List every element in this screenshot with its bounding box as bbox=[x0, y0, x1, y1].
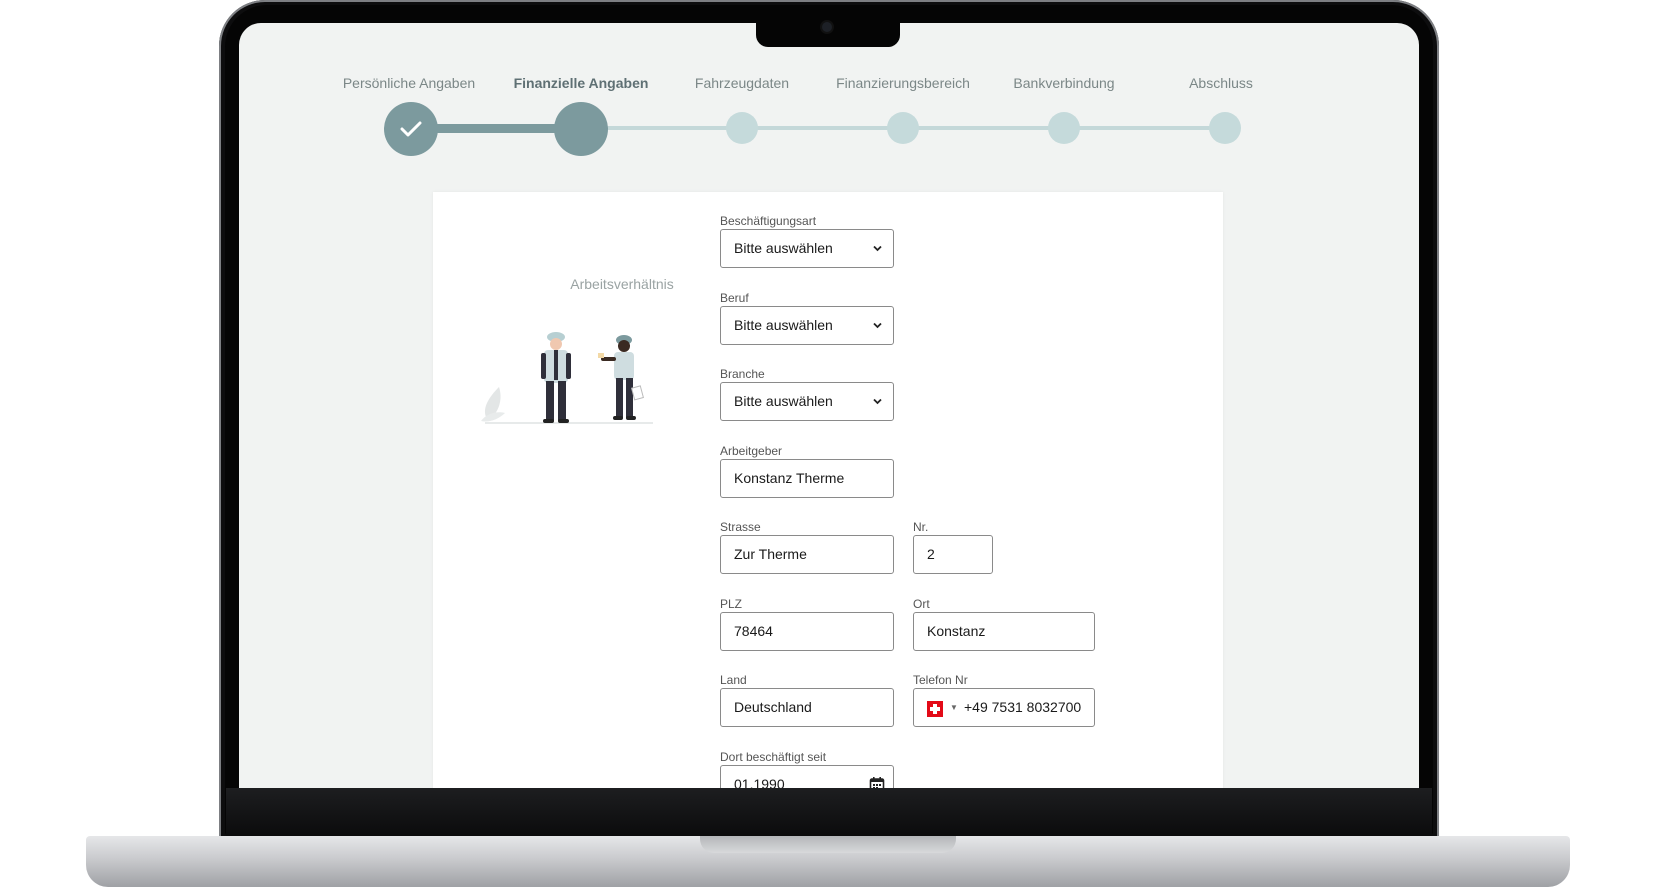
step-label-financing[interactable]: Finanzierungsbereich bbox=[836, 75, 970, 91]
industry-value: Bitte auswählen bbox=[734, 393, 833, 409]
chevron-down-icon bbox=[873, 322, 882, 329]
employer-label: Arbeitgeber bbox=[720, 444, 783, 458]
step-label-bank[interactable]: Bankverbindung bbox=[1013, 75, 1114, 91]
step-dot-bank[interactable] bbox=[1048, 112, 1080, 144]
step-dot-vehicle[interactable] bbox=[726, 112, 758, 144]
step-label-financial[interactable]: Finanzielle Angaben bbox=[514, 75, 649, 91]
house-number-input[interactable]: 2 bbox=[913, 535, 993, 574]
employed-since-value: 01.1990 bbox=[734, 776, 785, 788]
phone-label: Telefon Nr bbox=[913, 673, 968, 687]
profession-select[interactable]: Bitte auswählen bbox=[720, 306, 894, 345]
employment-type-label: Beschäftigungsart bbox=[720, 214, 817, 228]
country-label: Land bbox=[720, 673, 747, 687]
zip-input[interactable]: 78464 bbox=[720, 612, 894, 651]
employer-input[interactable]: Konstanz Therme bbox=[720, 459, 894, 498]
step-dot-financial[interactable] bbox=[554, 102, 608, 156]
phone-value: +49 7531 8032700 bbox=[964, 699, 1082, 715]
caret-down-icon[interactable]: ▼ bbox=[950, 689, 958, 726]
country-input[interactable]: Deutschland bbox=[720, 688, 894, 727]
city-label: Ort bbox=[913, 597, 930, 611]
step-label-personal[interactable]: Persönliche Angaben bbox=[343, 75, 475, 91]
phone-input[interactable]: ▼ +49 7531 8032700 bbox=[913, 688, 1095, 727]
step-dot-completion[interactable] bbox=[1209, 112, 1241, 144]
swiss-flag-icon[interactable] bbox=[927, 701, 943, 717]
employed-since-label: Dort beschäftigt seit bbox=[720, 750, 827, 764]
house-number-label: Nr. bbox=[913, 520, 929, 534]
street-label: Strasse bbox=[720, 520, 761, 534]
employment-type-select[interactable]: Bitte auswählen bbox=[720, 229, 894, 268]
profession-label: Beruf bbox=[720, 291, 749, 305]
step-label-completion[interactable]: Abschluss bbox=[1189, 75, 1253, 91]
industry-select[interactable]: Bitte auswählen bbox=[720, 382, 894, 421]
workers-illustration bbox=[481, 332, 653, 424]
zip-label: PLZ bbox=[720, 597, 743, 611]
screen: Persönliche Angaben Finanzielle Angaben … bbox=[239, 23, 1419, 788]
step-dot-personal[interactable] bbox=[384, 102, 438, 156]
step-dot-financing[interactable] bbox=[887, 112, 919, 144]
form-card: Arbeitsverhältnis Beschäftigungsart Bitt… bbox=[433, 192, 1223, 788]
laptop-base-notch bbox=[700, 836, 956, 853]
industry-label: Branche bbox=[720, 367, 765, 381]
employed-since-input[interactable]: 01.1990 bbox=[720, 765, 894, 788]
checkmark-icon bbox=[400, 121, 422, 137]
street-input[interactable]: Zur Therme bbox=[720, 535, 894, 574]
city-input[interactable]: Konstanz bbox=[913, 612, 1095, 651]
step-label-vehicle[interactable]: Fahrzeugdaten bbox=[695, 75, 789, 91]
camera-icon bbox=[822, 22, 832, 32]
chevron-down-icon bbox=[873, 398, 882, 405]
employment-type-value: Bitte auswählen bbox=[734, 240, 833, 256]
chevron-down-icon bbox=[873, 245, 882, 252]
profession-value: Bitte auswählen bbox=[734, 317, 833, 333]
laptop-bezel-chin bbox=[226, 788, 1432, 836]
calendar-icon[interactable] bbox=[869, 776, 885, 788]
section-title: Arbeitsverhältnis bbox=[570, 276, 674, 292]
